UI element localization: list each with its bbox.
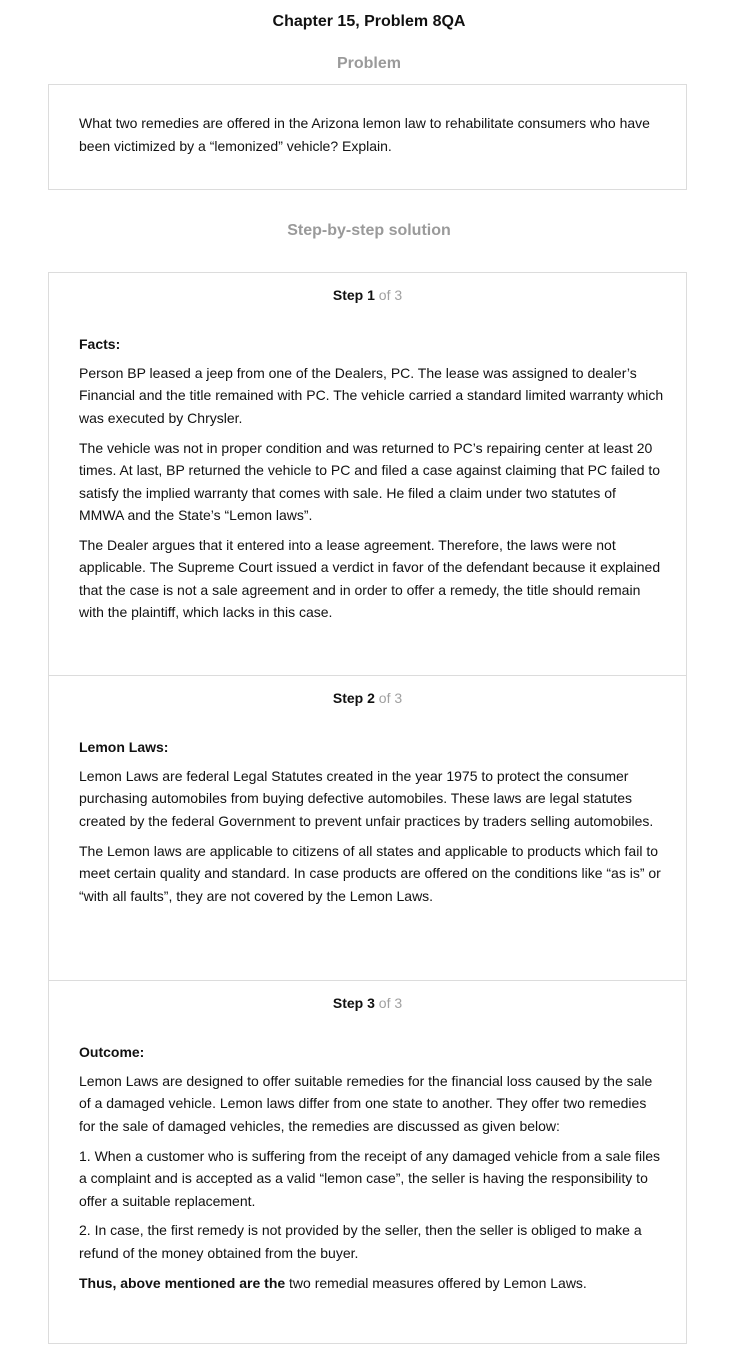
step-2: Step 2 of 3 Lemon Laws: Lemon Laws are f… <box>49 676 686 980</box>
step-1-body: Facts: Person BP leased a jeep from one … <box>79 333 664 631</box>
step-1-heading: Facts: <box>79 336 121 352</box>
step-1: Step 1 of 3 Facts: Person BP leased a je… <box>49 273 686 675</box>
problem-text: What two remedies are offered in the Ari… <box>79 115 650 154</box>
step-3-heading: Outcome: <box>79 1044 145 1060</box>
step-1-paragraph-2: The vehicle was not in proper condition … <box>79 439 661 523</box>
step-1-paragraph-3: The Dealer argues that it entered into a… <box>79 536 661 621</box>
step-of-total: of 3 <box>378 995 403 1011</box>
step-number: 1 <box>367 287 375 303</box>
step-1-paragraph-1: Person BP leased a jeep from one of the … <box>79 365 664 426</box>
step-3-label: Step 3 of 3 <box>49 994 686 1012</box>
step-word: Step <box>332 690 364 706</box>
step-2-paragraph-1: Lemon Laws are federal Legal Statutes cr… <box>79 768 654 829</box>
step-word: Step <box>332 995 364 1011</box>
step-3-body: Outcome: Lemon Laws are designed to offe… <box>79 1041 664 1302</box>
step-3-conclusion: Thus, above mentioned are the two remedi… <box>79 1272 664 1294</box>
step-2-heading: Lemon Laws: <box>79 739 169 755</box>
step-number: 3 <box>367 995 375 1011</box>
solution-heading: Step-by-step solution <box>287 222 451 239</box>
problem-heading: Problem <box>336 55 401 72</box>
step-3-paragraph-1: Lemon Laws are designed to offer suitabl… <box>79 1073 653 1134</box>
step-of-total: of 3 <box>378 690 403 706</box>
step-1-label: Step 1 of 3 <box>49 286 686 304</box>
step-2-paragraph-2: The Lemon laws are applicable to citizen… <box>79 842 661 904</box>
step-2-body: Lemon Laws: Lemon Laws are federal Legal… <box>79 736 664 914</box>
step-3-paragraph-3: 2. In case, the first remedy is not prov… <box>79 1222 642 1261</box>
solution-box: Step 1 of 3 Facts: Person BP leased a je… <box>48 272 687 1344</box>
problem-box: What two remedies are offered in the Ari… <box>48 84 687 190</box>
step-2-label: Step 2 of 3 <box>49 689 686 707</box>
page-title: Chapter 15, Problem 8QA <box>272 13 466 30</box>
conclusion-bold-text: Thus, above mentioned are the <box>79 1274 286 1291</box>
step-3: Step 3 of 3 Outcome: Lemon Laws are desi… <box>49 981 686 1343</box>
step-of-total: of 3 <box>378 287 403 303</box>
step-number: 2 <box>367 690 375 706</box>
step-3-paragraph-2: 1. When a customer who is suffering from… <box>79 1147 661 1209</box>
step-word: Step <box>332 287 364 303</box>
conclusion-text: two remedial measures offered by Lemon L… <box>285 1274 587 1291</box>
